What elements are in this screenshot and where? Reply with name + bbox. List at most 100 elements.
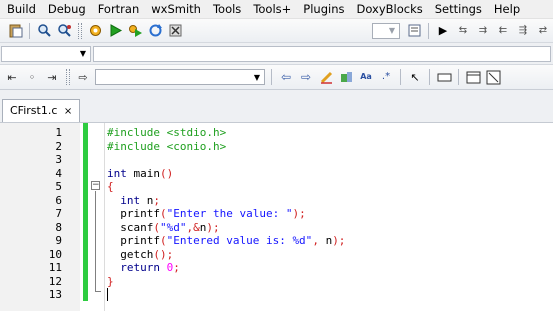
debug-step-icon[interactable]: ⇆: [454, 22, 472, 40]
code-token: n: [140, 193, 154, 207]
abort-icon[interactable]: [166, 22, 184, 40]
code-token: }: [107, 274, 114, 288]
next-icon[interactable]: ⇨: [297, 68, 315, 86]
debug-step-out-icon[interactable]: ⇇: [494, 22, 512, 40]
code-token: "Enter the value: ": [166, 207, 293, 220]
chevron-down-icon: ▼: [79, 49, 87, 58]
toolbar-grip[interactable]: [66, 69, 70, 85]
menu-bar: Build Debug Fortran wxSmith Tools Tools+ Plugi…: [0, 0, 553, 19]
regex-icon[interactable]: .*: [377, 68, 395, 86]
code-token: ;: [173, 261, 180, 274]
window-icon[interactable]: [464, 68, 482, 86]
line-number: 12: [48, 274, 62, 288]
search-toolbar: ⇤ ◦ ⇥ ⇨ ▼ ⇦ ⇨ Aa .* ↖: [0, 65, 553, 90]
fold-end: [95, 291, 101, 292]
code-editor[interactable]: 1 2 3 4 5 6 7 8 9 10 11 12 13 − #include <stdio.h> #i…: [0, 122, 553, 311]
code-token: (: [159, 207, 167, 220]
menu-debug[interactable]: Debug: [42, 0, 92, 19]
line-number-gutter: 1 2 3 4 5 6 7 8 9 10 11 12 13: [0, 123, 80, 311]
debug-step-into-icon[interactable]: ⇉: [474, 22, 492, 40]
select-icon[interactable]: ↖: [406, 68, 424, 86]
line-number: 10: [48, 247, 62, 261]
paste-icon[interactable]: [6, 22, 24, 40]
code-token: (: [159, 234, 167, 247]
fold-toggle-icon[interactable]: −: [91, 181, 100, 190]
build-target-select[interactable]: ▼: [372, 22, 400, 39]
menu-help[interactable]: Help: [488, 0, 526, 19]
line-number: 5: [55, 180, 62, 193]
code-line: int main(): [107, 167, 173, 181]
text-caret: [107, 288, 108, 301]
code-token: #include <stdio.h>: [107, 126, 227, 139]
match-case-icon[interactable]: Aa: [357, 68, 375, 86]
code-token: #include <conio.h>: [107, 139, 227, 153]
build-target-icon[interactable]: [405, 22, 423, 40]
line-number: 11: [48, 261, 62, 274]
code-token: printf: [107, 207, 160, 220]
debug-windows-icon[interactable]: ⇶: [514, 22, 532, 40]
rebuild-icon[interactable]: [146, 22, 164, 40]
tab-label: CFirst1.c: [10, 104, 58, 117]
line-number: 2: [55, 139, 62, 153]
toolbar-separator: [428, 22, 429, 39]
menu-plugins[interactable]: Plugins: [297, 0, 350, 19]
build-and-run-icon[interactable]: [126, 22, 144, 40]
match-selection-icon[interactable]: [337, 68, 355, 86]
toolbar-separator: [400, 69, 401, 85]
close-icon[interactable]: ×: [64, 106, 72, 117]
menu-fortran[interactable]: Fortran: [92, 0, 146, 19]
code-token: "%d": [159, 220, 187, 234]
jump-back-icon[interactable]: ⇤: [3, 68, 21, 86]
code-line: scanf("%d",&n);: [107, 220, 220, 235]
code-token: getch: [107, 247, 154, 261]
code-token: int: [107, 166, 127, 180]
code-token: (): [160, 166, 174, 180]
menu-build[interactable]: Build: [0, 0, 42, 19]
build-gear-icon[interactable]: [86, 22, 104, 40]
toolbar-separator: [271, 69, 272, 85]
code-token: );: [206, 220, 220, 234]
search-combo[interactable]: ▼: [95, 69, 265, 85]
code-token: (: [153, 220, 160, 234]
code-token: ();: [153, 247, 174, 261]
menu-tools[interactable]: Tools: [207, 0, 247, 19]
prev-icon[interactable]: ⇦: [277, 68, 295, 86]
jump-forward-icon[interactable]: ⇥: [43, 68, 61, 86]
tab-cfirst1[interactable]: CFirst1.c ×: [2, 99, 81, 122]
scope-select[interactable]: ▼: [1, 45, 91, 62]
highlight-icon[interactable]: [317, 68, 335, 86]
toolbar-grip[interactable]: [78, 22, 82, 39]
debug-info-icon[interactable]: ⇄: [534, 22, 552, 40]
line-number: 1: [55, 126, 62, 139]
toolbar-separator: [458, 69, 459, 85]
code-token: return: [107, 261, 160, 274]
code-line: }: [107, 275, 114, 289]
fold-margin: −: [88, 123, 104, 311]
menu-settings[interactable]: Settings: [429, 0, 488, 19]
rect-select-icon[interactable]: [435, 68, 453, 86]
line-number: 8: [55, 220, 62, 234]
script-icon[interactable]: [484, 68, 502, 86]
goto-icon[interactable]: ⇨: [74, 68, 92, 86]
code-line: printf("Enter the value: ");: [107, 207, 305, 221]
menu-doxyblocks[interactable]: DoxyBlocks: [350, 0, 428, 19]
code-token: main: [126, 166, 160, 180]
code-token: printf: [107, 234, 160, 247]
replace-icon[interactable]: [55, 22, 73, 40]
function-select[interactable]: [93, 45, 551, 62]
fold-line: [95, 191, 96, 291]
menu-tools[interactable]: Tools+: [247, 0, 297, 19]
run-icon[interactable]: [106, 22, 124, 40]
find-icon[interactable]: [35, 22, 53, 40]
toggle-bookmark-icon[interactable]: ◦: [23, 68, 41, 86]
chevron-down-icon: ▼: [388, 26, 396, 35]
code-token: "Entered value is: %d": [166, 234, 313, 247]
editor-tab-bar: CFirst1.c ×: [0, 90, 553, 122]
code-token: scanf: [107, 220, 154, 234]
code-line: getch();: [107, 248, 173, 262]
code-line: return 0;: [107, 261, 180, 275]
debug-run-icon[interactable]: ▶: [434, 22, 452, 40]
code-text-area[interactable]: #include <stdio.h> #include <conio.h> int …: [104, 123, 553, 311]
menu-wxsmith[interactable]: wxSmith: [145, 0, 207, 19]
